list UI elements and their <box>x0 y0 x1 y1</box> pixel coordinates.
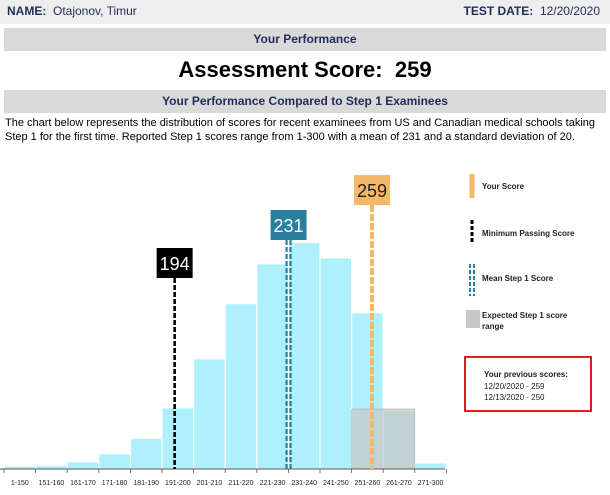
histogram-bar <box>161 407 195 470</box>
x-tick-label: 261-270 <box>386 480 412 487</box>
previous-score-1: 12/20/2020 - 259 <box>484 382 545 391</box>
x-tick-label: 211-220 <box>228 480 253 487</box>
x-tick-label: 241-250 <box>323 480 349 487</box>
assessment-score: Assessment Score: 259 <box>178 57 432 82</box>
legend-expected-line2: range <box>482 322 504 331</box>
legend-expected-line1: Expected Step 1 score <box>482 311 568 320</box>
x-tick-label: 271-300 <box>418 480 444 487</box>
histogram-bar <box>319 257 353 470</box>
examinee-name: NAME: Otajonov, Timur <box>7 4 137 18</box>
x-tick-label: 251-260 <box>355 480 381 487</box>
legend-expected: Expected Step 1 score range <box>482 310 567 332</box>
histogram-bar <box>256 263 289 470</box>
x-tick-label: 171-180 <box>102 480 128 487</box>
previous-scores-box: Your previous scores: 12/20/2020 - 259 1… <box>464 356 592 412</box>
histogram-bar <box>34 464 68 470</box>
x-tick-label: 181-190 <box>133 480 159 487</box>
previous-scores-title: Your previous scores: <box>484 370 568 379</box>
test-date: TEST DATE: 12/20/2020 <box>463 4 600 18</box>
histogram-bar <box>193 358 226 470</box>
legend-your-score: Your Score <box>482 182 525 191</box>
x-tick-label: 231-240 <box>291 480 317 487</box>
expected-range-box <box>351 408 416 470</box>
legend-min-pass: Minimum Passing Score <box>482 229 575 238</box>
x-tick-label: 221-230 <box>260 480 286 487</box>
score-distribution-chart: 1-150 151-160 161-170 171-180 181-190 191-200… <box>0 175 447 487</box>
x-tick-label: 1-150 <box>11 480 29 487</box>
legend-expected-swatch <box>466 310 480 328</box>
chart-description: The chart below represents the distribut… <box>5 117 596 143</box>
section-your-performance: Your Performance <box>4 28 606 51</box>
histogram-bar <box>414 462 447 470</box>
histogram-bar <box>129 437 163 470</box>
marker-label: 259 <box>357 181 387 201</box>
x-tick-label: 151-160 <box>39 480 65 487</box>
legend-mean: Mean Step 1 Score <box>482 274 554 283</box>
histogram-bar <box>66 461 100 470</box>
x-tick-label: 191-200 <box>165 480 191 487</box>
marker-label: 231 <box>274 216 304 236</box>
header-bar: NAME: Otajonov, Timur TEST DATE: 12/20/2… <box>0 0 610 24</box>
histogram-bar <box>98 453 132 470</box>
legend-swatches <box>466 174 480 328</box>
histogram-bar <box>224 303 258 470</box>
x-tick-label: 161-170 <box>70 480 96 487</box>
marker-label: 194 <box>160 254 190 274</box>
x-tick-label: 201-210 <box>197 480 223 487</box>
section-compare: Your Performance Compared to Step 1 Exam… <box>4 90 606 113</box>
histogram-bar <box>287 241 321 470</box>
previous-score-2: 12/13/2020 - 250 <box>484 393 545 402</box>
